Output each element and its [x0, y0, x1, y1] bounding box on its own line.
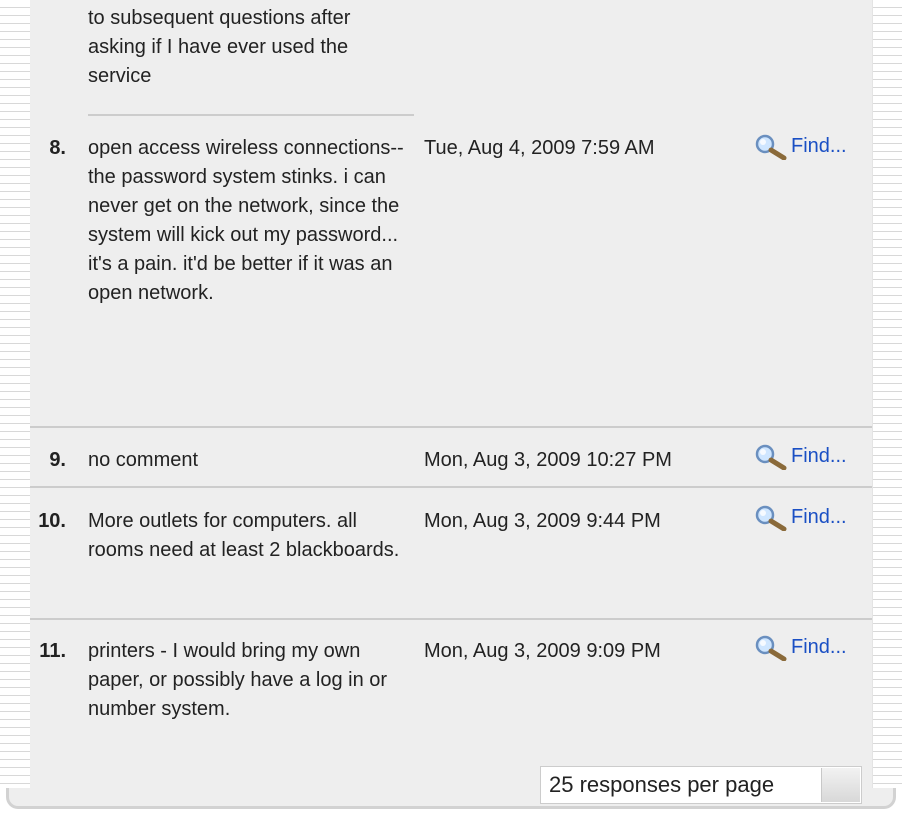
find-link-label: Find... — [791, 135, 847, 157]
responses-per-page-select[interactable]: 25 responses per page — [540, 766, 862, 804]
find-link[interactable]: Find... — [754, 635, 847, 661]
find-link[interactable]: Find... — [754, 444, 847, 470]
magnifier-icon — [755, 444, 787, 470]
row-separator — [30, 486, 872, 488]
response-date: Mon, Aug 3, 2009 10:27 PM — [424, 449, 672, 471]
response-comment: open access wireless connections-- the p… — [88, 137, 404, 304]
row-separator — [88, 114, 414, 116]
responses-per-page-label: 25 responses per page — [549, 772, 775, 797]
response-comment: to subsequent questions after asking if … — [88, 7, 351, 87]
right-rail-decoration — [872, 0, 902, 790]
find-link-label: Find... — [791, 636, 847, 658]
response-date: Mon, Aug 3, 2009 9:44 PM — [424, 510, 661, 532]
response-comment: More outlets for computers. all rooms ne… — [88, 510, 400, 561]
left-rail-decoration — [0, 0, 31, 790]
response-date: Tue, Aug 4, 2009 7:59 AM — [424, 137, 655, 159]
response-comment: no comment — [88, 449, 199, 471]
magnifier-icon — [755, 635, 787, 661]
find-link[interactable]: Find... — [754, 505, 847, 531]
find-link-label: Find... — [791, 445, 847, 467]
find-link[interactable]: Find... — [754, 134, 847, 160]
find-link-label: Find... — [791, 506, 847, 528]
response-comment: printers - I would bring my own paper, o… — [88, 640, 388, 720]
response-number: 11. — [39, 640, 66, 662]
response-date: Mon, Aug 3, 2009 9:09 PM — [424, 640, 661, 662]
row-separator — [30, 618, 872, 620]
response-number: 10. — [38, 510, 66, 532]
magnifier-icon — [755, 134, 787, 160]
magnifier-icon — [755, 505, 787, 531]
row-separator — [30, 426, 872, 428]
response-number: 8. — [49, 137, 66, 159]
dropdown-button[interactable] — [821, 768, 860, 802]
response-number: 9. — [49, 449, 66, 471]
